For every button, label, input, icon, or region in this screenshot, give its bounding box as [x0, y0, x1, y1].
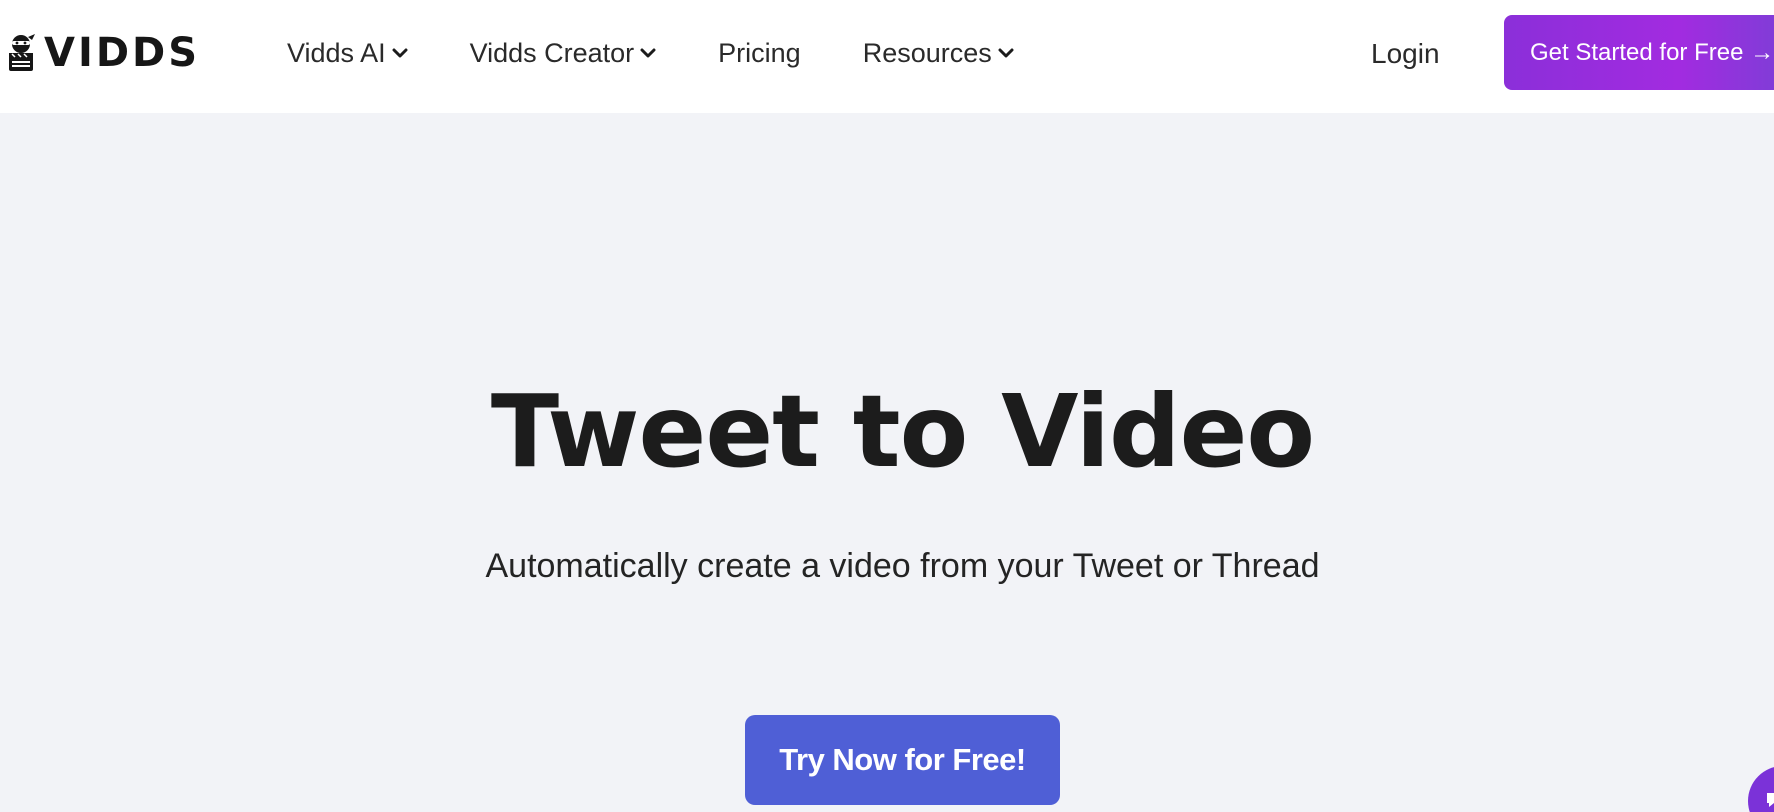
site-header: VIDDS Vidds AI Vidds Creator Pricing Res… [0, 0, 1774, 113]
login-link[interactable]: Login [1371, 34, 1440, 74]
page: VIDDS Vidds AI Vidds Creator Pricing Res… [0, 0, 1774, 812]
brand-logo[interactable]: VIDDS [6, 30, 200, 76]
ninja-clapperboard-icon [9, 34, 35, 71]
nav-item-label: Vidds AI [287, 38, 386, 68]
nav-item-pricing[interactable]: Pricing [718, 33, 801, 73]
chat-widget-button[interactable] [1748, 766, 1774, 812]
chevron-down-icon [998, 48, 1014, 58]
main-nav: Vidds AI Vidds Creator Pricing Resources [287, 33, 1014, 73]
try-now-button[interactable]: Try Now for Free! [745, 715, 1060, 805]
nav-item-vidds-ai[interactable]: Vidds AI [287, 33, 408, 73]
nav-item-resources[interactable]: Resources [863, 33, 1014, 73]
nav-item-label: Pricing [718, 38, 801, 68]
hero-title: Tweet to Video [490, 373, 1315, 490]
hero-subtitle: Automatically create a video from your T… [485, 547, 1320, 585]
get-started-button[interactable]: Get Started for Free → [1504, 15, 1774, 90]
nav-item-label: Resources [862, 38, 992, 68]
chat-icon [1767, 793, 1774, 807]
chevron-down-icon [640, 48, 656, 58]
nav-item-label: Vidds Creator [469, 38, 635, 68]
brand-name: VIDDS [44, 30, 201, 76]
chevron-down-icon [392, 48, 408, 58]
nav-item-vidds-creator[interactable]: Vidds Creator [470, 33, 657, 73]
